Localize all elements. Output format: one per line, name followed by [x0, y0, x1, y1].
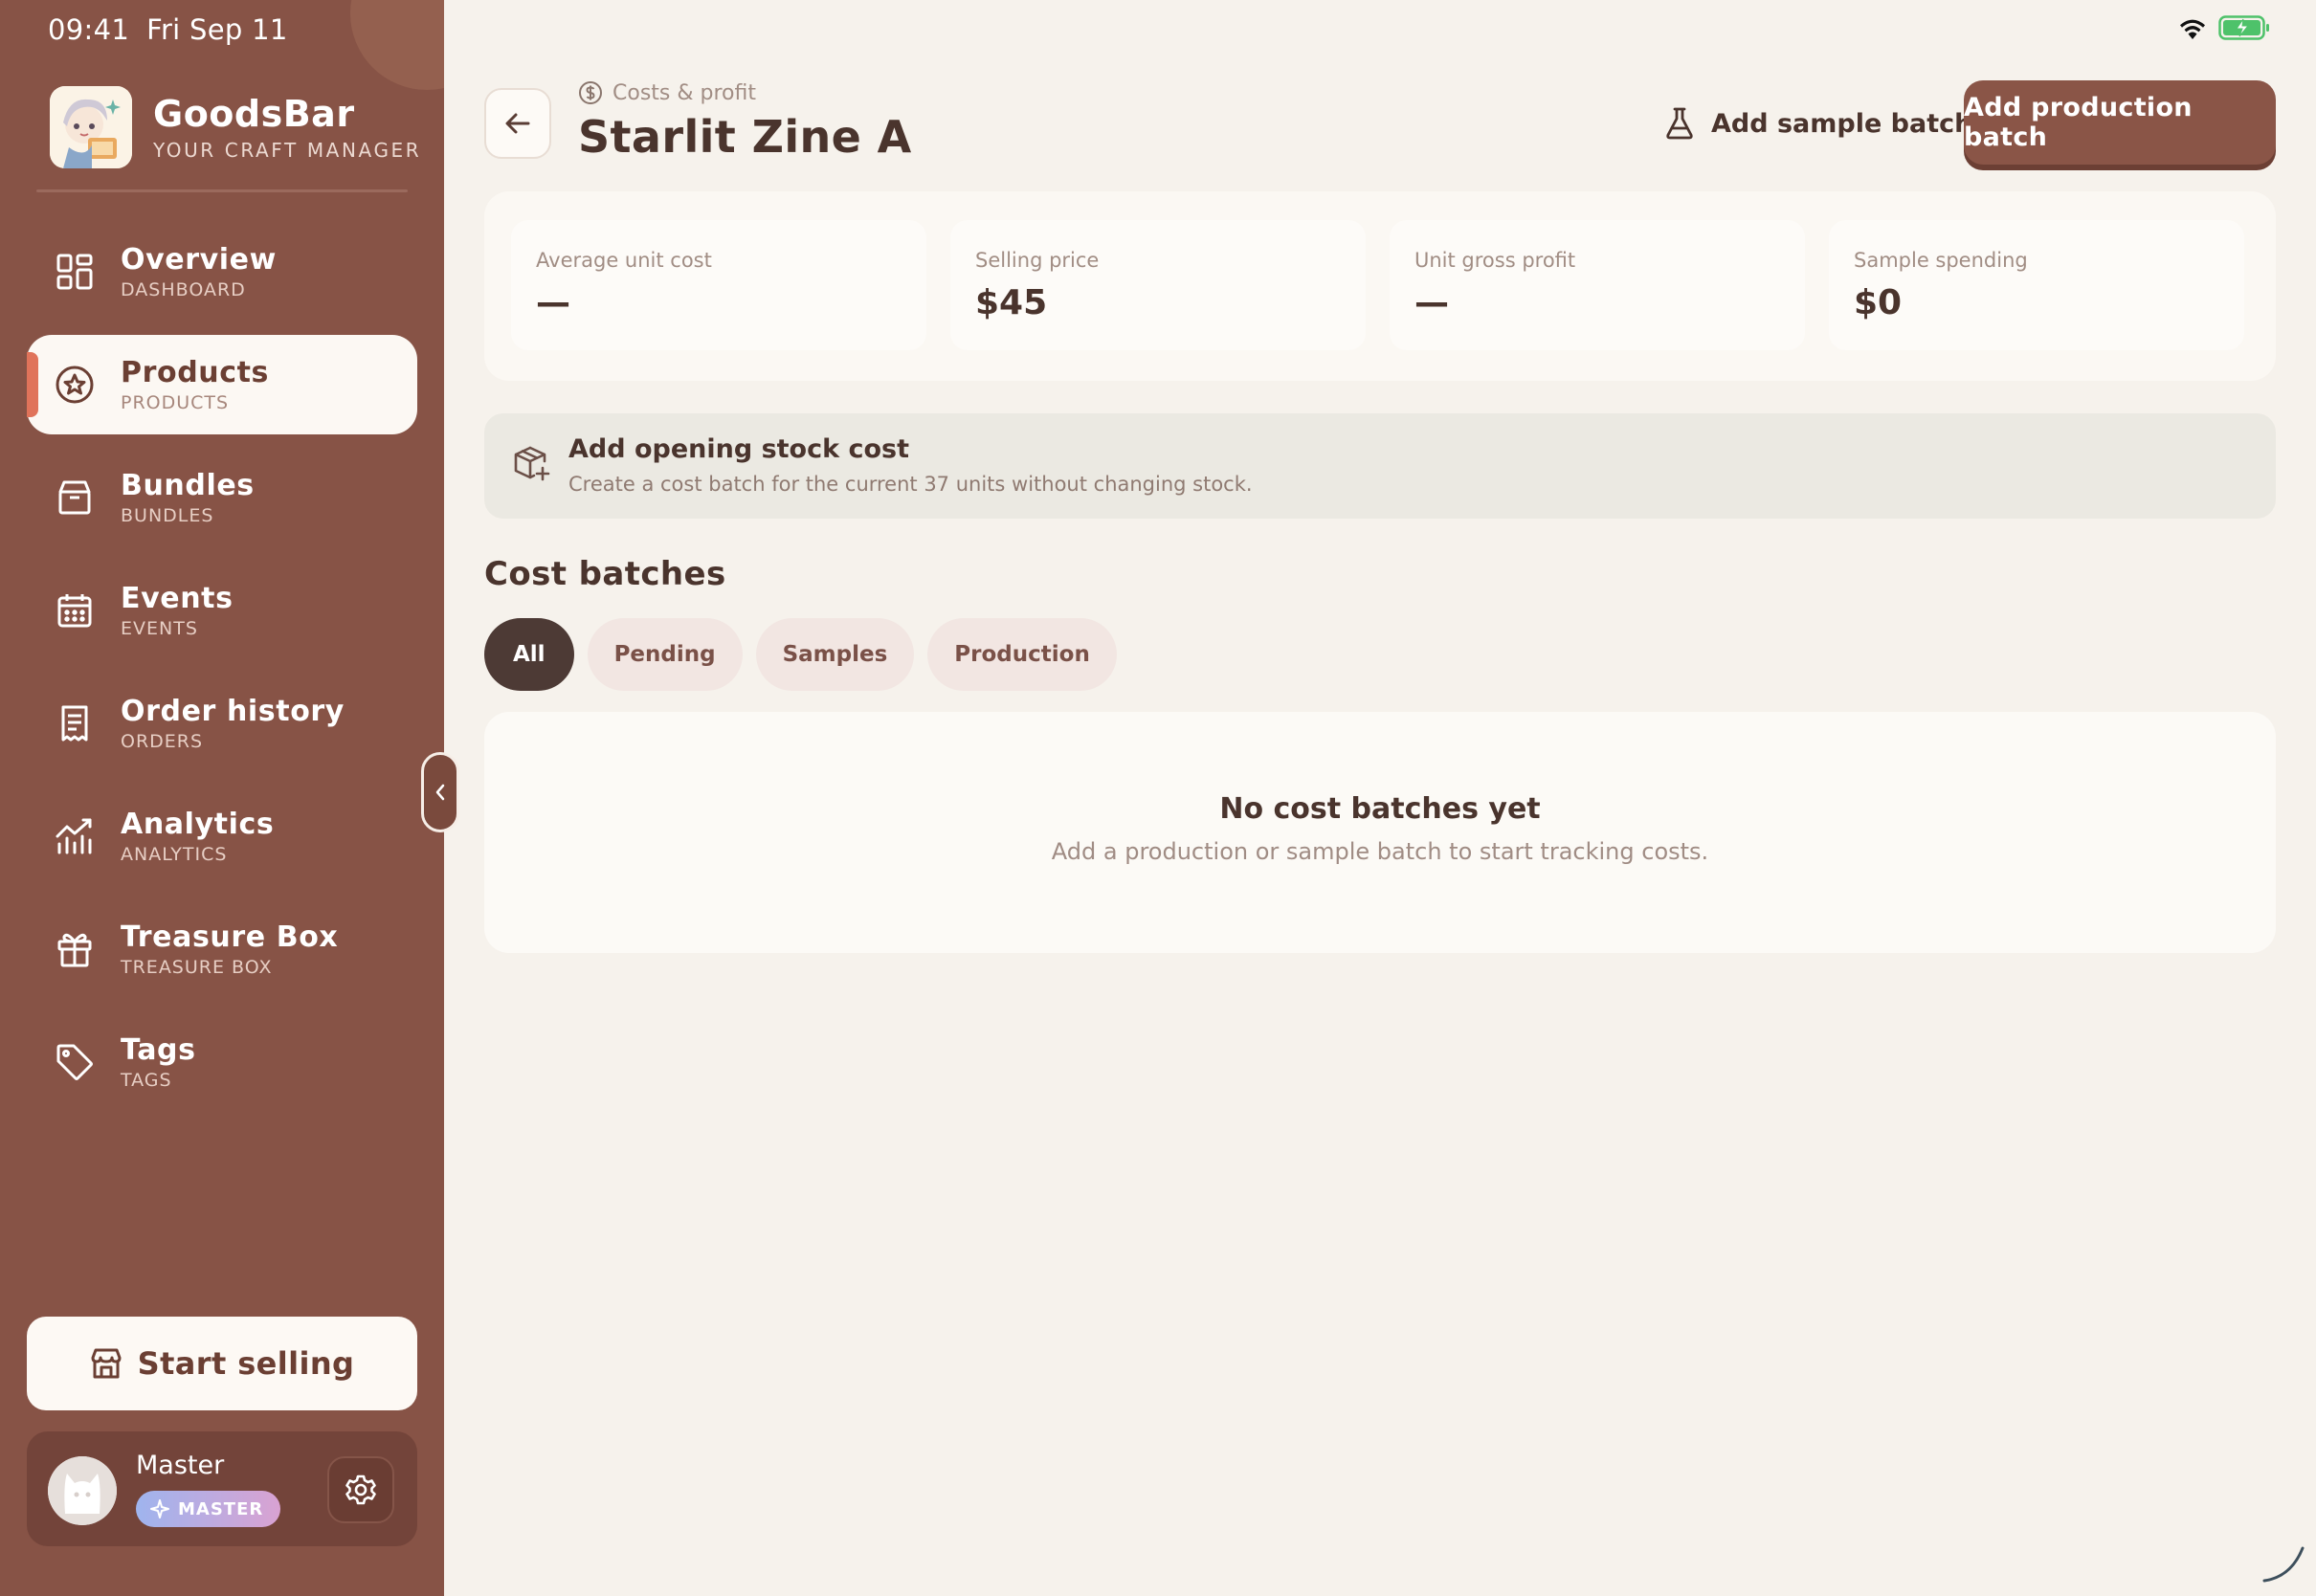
store-icon	[90, 1347, 122, 1380]
stat-label: Selling price	[975, 249, 1100, 272]
avatar[interactable]	[48, 1456, 117, 1525]
resize-corner-icon	[2259, 1537, 2308, 1590]
sidebar-item-bundles[interactable]: Bundles BUNDLES	[27, 448, 417, 547]
stat-unit-gross-profit: Unit gross profit —	[1390, 220, 1805, 350]
calendar-icon	[54, 589, 96, 632]
sidebar-item-order-history[interactable]: Order history ORDERS	[27, 674, 417, 773]
box-icon	[54, 477, 96, 519]
flask-icon	[1665, 106, 1694, 141]
receipt-icon	[54, 702, 96, 744]
brand-tagline: YOUR CRAFT MANAGER	[153, 139, 422, 162]
sidebar-item-products[interactable]: Products PRODUCTS	[27, 335, 417, 434]
stat-sample-spending: Sample spending $0	[1829, 220, 2244, 350]
brand-name: GoodsBar	[153, 93, 355, 135]
sidebar-item-label: Treasure Box	[121, 920, 339, 954]
sparkle-icon	[149, 1498, 170, 1519]
sidebar-item-label: Products	[121, 356, 270, 389]
cost-summary-panel: Average unit cost — Selling price $45 Un…	[484, 191, 2276, 381]
status-bar-clock: 09:41 Fri Sep 11	[48, 13, 305, 46]
status-time: 09:41	[48, 13, 130, 46]
cost-batches-empty-state: No cost batches yet Add a production or …	[484, 712, 2276, 953]
settings-button[interactable]	[327, 1456, 394, 1523]
sidebar-decoration	[350, 0, 444, 90]
opening-stock-title: Add opening stock cost	[568, 434, 909, 464]
grid-icon	[54, 251, 96, 293]
sidebar-item-treasure-box[interactable]: Treasure Box TREASURE BOX	[27, 899, 417, 999]
tag-icon	[54, 1041, 96, 1083]
chart-icon	[54, 815, 96, 857]
stat-value: $0	[1854, 283, 1903, 322]
package-plus-icon	[513, 444, 551, 482]
sidebar: 09:41 Fri Sep 11 GoodsBar YOUR CRAFT MANA…	[0, 0, 444, 1596]
filter-all[interactable]: All	[484, 618, 574, 691]
sidebar-item-sublabel: PRODUCTS	[121, 392, 230, 413]
empty-state-title: No cost batches yet	[1219, 792, 1541, 826]
status-bar-indicators	[2178, 15, 2270, 40]
start-selling-button[interactable]: Start selling	[27, 1317, 417, 1410]
sidebar-nav: Overview DASHBOARD Products PRODUCTS Bun…	[27, 222, 417, 1125]
sidebar-item-events[interactable]: Events EVENTS	[27, 561, 417, 660]
stat-label: Sample spending	[1854, 249, 2028, 272]
sidebar-item-label: Events	[121, 582, 234, 615]
sidebar-item-sublabel: BUNDLES	[121, 505, 214, 526]
sidebar-item-label: Analytics	[121, 808, 275, 841]
sidebar-item-analytics[interactable]: Analytics ANALYTICS	[27, 787, 417, 886]
sidebar-item-label: Order history	[121, 695, 345, 728]
stat-label: Unit gross profit	[1414, 249, 1576, 272]
filter-pending[interactable]: Pending	[587, 618, 743, 691]
add-opening-stock-cost-button[interactable]: Add opening stock cost Create a cost bat…	[484, 413, 2276, 519]
status-date: Fri Sep 11	[146, 13, 288, 46]
back-button[interactable]	[484, 88, 551, 159]
stat-value: —	[1414, 283, 1449, 322]
sidebar-item-tags[interactable]: Tags TAGS	[27, 1012, 417, 1112]
breadcrumb: Costs & profit	[578, 80, 756, 105]
sidebar-item-sublabel: TREASURE BOX	[121, 957, 273, 978]
opening-stock-description: Create a cost batch for the current 37 u…	[568, 473, 1253, 496]
dollar-circle-icon	[578, 80, 603, 105]
start-selling-label: Start selling	[137, 1345, 355, 1382]
breadcrumb-label: Costs & profit	[612, 80, 756, 105]
user-card: Master MASTER	[27, 1431, 417, 1546]
sidebar-divider	[36, 189, 408, 192]
wifi-icon	[2178, 16, 2207, 39]
star-badge-icon	[54, 364, 96, 406]
batch-filter-tabs: All Pending Samples Production	[484, 618, 1117, 691]
add-production-batch-button[interactable]: Add production batch	[1964, 80, 2276, 165]
stat-selling-price: Selling price $45	[950, 220, 1366, 350]
battery-charging-icon	[2218, 15, 2270, 40]
sidebar-item-overview[interactable]: Overview DASHBOARD	[27, 222, 417, 321]
gift-icon	[54, 928, 96, 970]
sidebar-item-label: Tags	[121, 1033, 196, 1067]
role-badge-label: MASTER	[178, 1498, 264, 1519]
sidebar-item-sublabel: TAGS	[121, 1070, 172, 1091]
chevron-left-icon	[433, 783, 448, 802]
user-name: Master	[136, 1451, 225, 1480]
stat-average-unit-cost: Average unit cost —	[511, 220, 926, 350]
sidebar-item-sublabel: EVENTS	[121, 618, 198, 639]
sidebar-item-sublabel: DASHBOARD	[121, 279, 246, 300]
add-sample-batch-label: Add sample batch	[1711, 108, 1973, 139]
sidebar-item-label: Overview	[121, 243, 277, 277]
page-title: Starlit Zine A	[578, 111, 912, 163]
sidebar-item-sublabel: ORDERS	[121, 731, 204, 752]
brand-logo	[50, 86, 132, 168]
sidebar-item-label: Bundles	[121, 469, 255, 502]
sidebar-collapse-handle[interactable]	[421, 752, 459, 832]
arrow-left-icon	[502, 108, 533, 139]
stat-label: Average unit cost	[536, 249, 712, 272]
sidebar-item-sublabel: ANALYTICS	[121, 844, 228, 865]
stat-value: —	[536, 283, 570, 322]
role-badge: MASTER	[136, 1491, 281, 1527]
filter-production[interactable]: Production	[927, 618, 1117, 691]
brand: GoodsBar YOUR CRAFT MANAGER	[50, 86, 421, 168]
cost-batches-heading: Cost batches	[484, 555, 726, 593]
gear-icon	[345, 1474, 377, 1506]
empty-state-description: Add a production or sample batch to star…	[1051, 838, 1709, 865]
filter-samples[interactable]: Samples	[755, 618, 915, 691]
stat-value: $45	[975, 283, 1048, 322]
add-sample-batch-button[interactable]: Add sample batch	[1665, 100, 1972, 147]
